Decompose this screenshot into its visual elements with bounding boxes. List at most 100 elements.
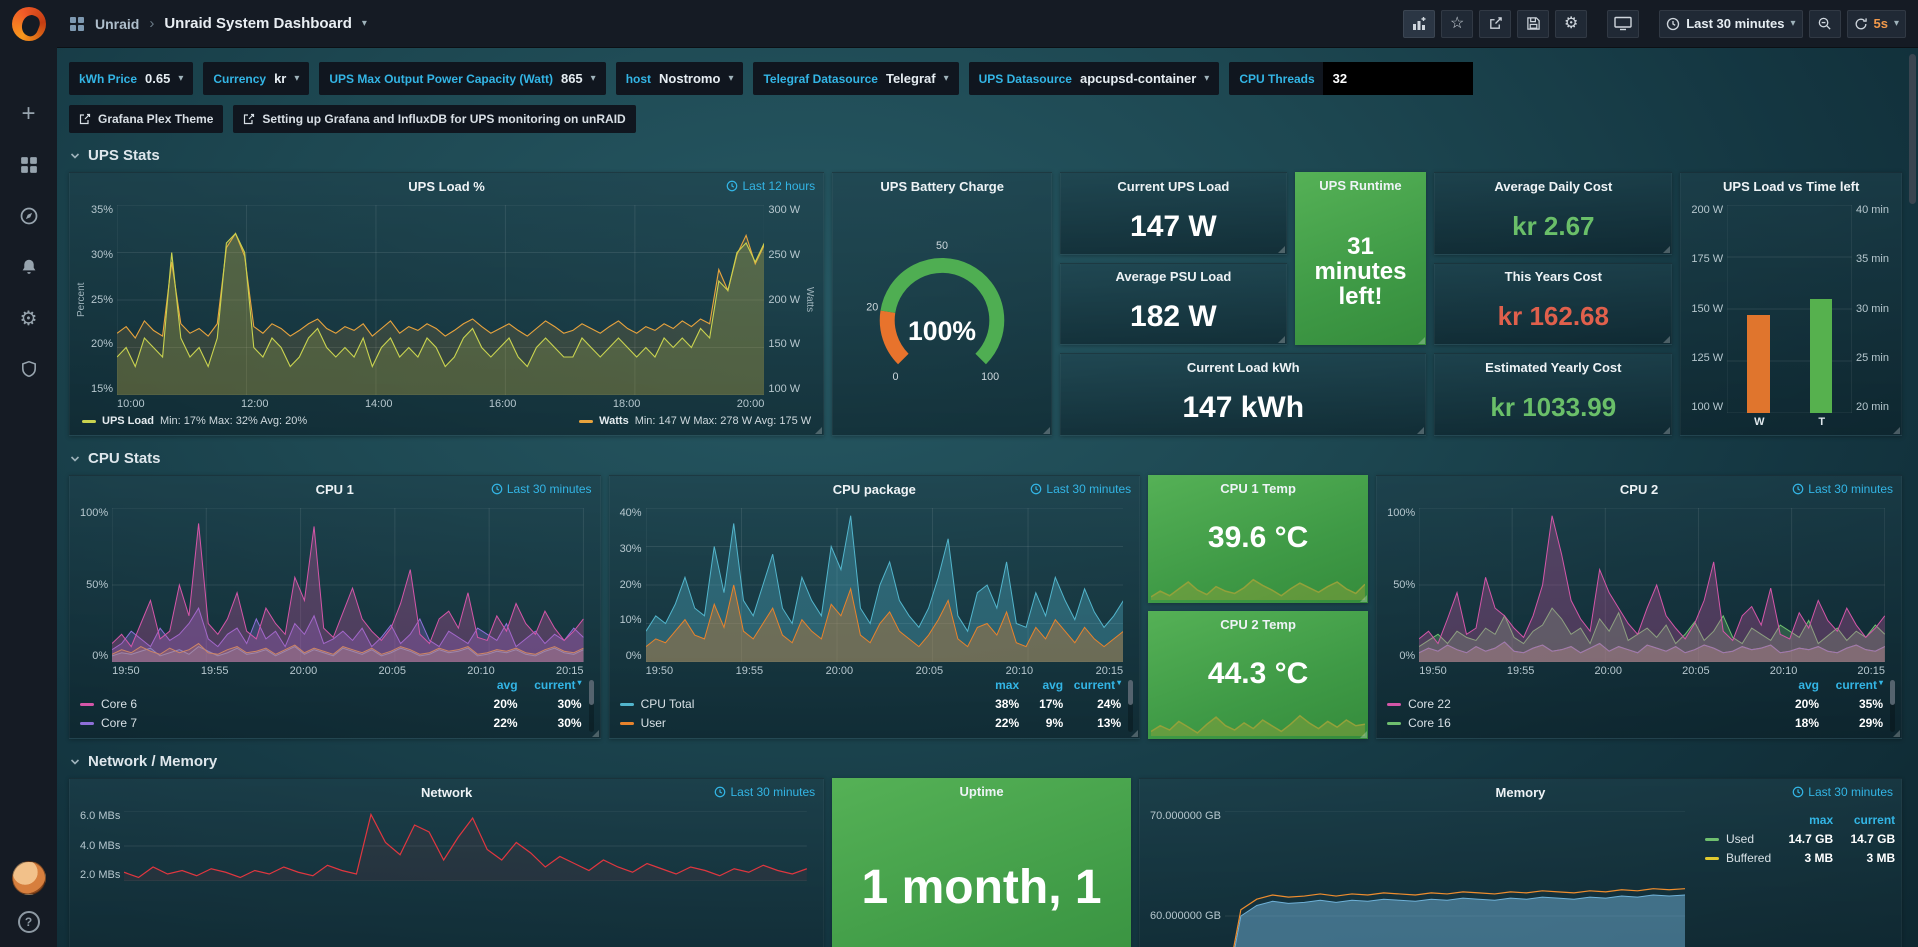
explore-compass-icon[interactable] xyxy=(18,205,40,227)
panel-title-ups-load[interactable]: UPS Load % Last 12 hours xyxy=(70,173,823,199)
svg-text:50: 50 xyxy=(936,240,948,252)
time-override-badge: Last 30 minutes xyxy=(1030,476,1131,502)
create-plus-icon[interactable]: + xyxy=(18,103,40,125)
title-caret-icon[interactable]: ▾ xyxy=(362,18,367,29)
external-link-icon xyxy=(243,113,255,125)
panel-average-daily-cost: Average Daily Cost kr 2.67 xyxy=(1434,172,1672,255)
panel-title-memory[interactable]: Memory Last 30 minutes xyxy=(1140,779,1901,805)
memory-chart[interactable]: 70.000000 GB60.000000 GB50.000000 GB xyxy=(1140,805,1701,947)
series-color-swatch xyxy=(620,722,634,725)
refresh-button[interactable]: 5s ▾ xyxy=(1847,10,1907,38)
add-panel-button[interactable] xyxy=(1403,10,1435,38)
refresh-interval-label: 5s xyxy=(1874,16,1888,31)
variable-ups-max-output[interactable]: UPS Max Output Power Capacity (Watt) 865… xyxy=(319,62,605,95)
legend-series-core16[interactable]: Core 16 xyxy=(1387,716,1761,730)
legend-scrollbar[interactable] xyxy=(589,680,594,732)
variable-currency[interactable]: Currency kr ▾ xyxy=(203,62,309,95)
legend-series-core22[interactable]: Core 22 xyxy=(1387,697,1761,711)
settings-gear-button[interactable]: ⚙ xyxy=(1555,10,1587,38)
legend-series-used[interactable]: Used xyxy=(1705,832,1771,846)
sort-caret-icon: ▾ xyxy=(1117,678,1121,692)
grafana-logo-icon[interactable] xyxy=(12,7,46,41)
link-grafana-plex-theme[interactable]: Grafana Plex Theme xyxy=(69,105,223,133)
time-range-picker[interactable]: Last 30 minutes ▾ xyxy=(1659,10,1802,38)
series-color-swatch xyxy=(1387,703,1401,706)
zoom-out-button[interactable] xyxy=(1809,10,1841,38)
link-ups-monitoring-guide[interactable]: Setting up Grafana and InfluxDB for UPS … xyxy=(233,105,635,133)
legend-scrollbar[interactable] xyxy=(1128,680,1133,732)
svg-text:100: 100 xyxy=(981,371,999,383)
series-color-swatch xyxy=(620,703,634,706)
share-button[interactable] xyxy=(1479,10,1511,38)
panel-estimated-yearly-cost: Estimated Yearly Cost kr 1033.99 xyxy=(1434,353,1672,436)
panel-cpu-package: CPU package Last 30 minutes 40%30%20%10%… xyxy=(609,475,1141,739)
legend-series-buffered[interactable]: Buffered xyxy=(1705,851,1771,865)
row-header-ups-stats[interactable]: UPS Stats xyxy=(69,147,1902,164)
legend-scrollbar[interactable] xyxy=(1890,680,1895,732)
legend-series-user[interactable]: User xyxy=(620,716,970,730)
cpu-threads-input[interactable] xyxy=(1323,62,1473,95)
panel-average-psu-load: Average PSU Load 182 W xyxy=(1060,263,1287,346)
sort-caret-icon: ▾ xyxy=(578,678,582,692)
cpu2-chart[interactable]: 100%50%0%19:5019:5520:0020:0520:1020:15 xyxy=(1377,502,1901,678)
tv-mode-button[interactable] xyxy=(1607,10,1639,38)
legend-series-core7[interactable]: Core 7 xyxy=(80,716,460,730)
legend-item-ups-load[interactable]: UPS Load Min: 17% Max: 32% Avg: 20% xyxy=(82,415,307,427)
panel-title-battery[interactable]: UPS Battery Charge xyxy=(833,173,1051,199)
panel-title-load-vs-time[interactable]: UPS Load vs Time left xyxy=(1681,173,1901,199)
variable-telegraf-datasource[interactable]: Telegraf Datasource Telegraf ▾ xyxy=(753,62,958,95)
apps-grid-icon[interactable] xyxy=(69,16,85,32)
clock-icon xyxy=(726,180,738,192)
panel-ups-load-vs-time-left: UPS Load vs Time left 200 W175 W150 W125… xyxy=(1680,172,1902,436)
cpu-package-legend: max avg current▾ CPU Total 38% 17% 24% U… xyxy=(610,678,1140,738)
variable-kwh-price[interactable]: kWh Price 0.65 ▾ xyxy=(69,62,193,95)
server-admin-shield-icon[interactable] xyxy=(18,358,40,380)
breadcrumb-app[interactable]: Unraid xyxy=(95,16,139,32)
cpu2-legend: avg current▾ Core 22 20% 35% Core 16 18%… xyxy=(1377,678,1901,738)
variable-host[interactable]: host Nostromo ▾ xyxy=(616,62,744,95)
scrollbar-thumb[interactable] xyxy=(1909,54,1916,204)
series-color-swatch xyxy=(1705,838,1719,841)
legend-series-core6[interactable]: Core 6 xyxy=(80,697,460,711)
variable-ups-datasource[interactable]: UPS Datasource apcupsd-container ▾ xyxy=(969,62,1220,95)
help-icon[interactable]: ? xyxy=(18,911,40,933)
panel-memory: Memory Last 30 minutes 70.000000 GB60.00… xyxy=(1139,778,1902,947)
dashboards-grid-icon[interactable] xyxy=(18,154,40,176)
panel-title-cpu-package[interactable]: CPU package Last 30 minutes xyxy=(610,476,1140,502)
series-color-swatch xyxy=(80,703,94,706)
user-avatar[interactable] xyxy=(12,861,46,895)
cpu2-temp-sparkline xyxy=(1151,710,1365,736)
series-color-swatch xyxy=(579,420,593,423)
cpu-package-chart[interactable]: 40%30%20%10%0%19:5019:5520:0020:0520:102… xyxy=(610,502,1140,678)
dashboard-canvas: kWh Price 0.65 ▾ Currency kr ▾ UPS Max O… xyxy=(57,48,1918,947)
cpu-temp-column: CPU 1 Temp 39.6 °C CPU 2 Temp 44.3 °C xyxy=(1148,475,1368,739)
network-chart[interactable]: 6.0 MBs4.0 MBs2.0 MBs xyxy=(70,805,823,897)
favorite-star-button[interactable]: ☆ xyxy=(1441,10,1473,38)
cpu-stats-row: CPU 1 Last 30 minutes 100%50%0%19:5019:5… xyxy=(69,475,1902,739)
ups-load-chart[interactable]: Percent35%30%25%20%15%300 W250 W200 W150… xyxy=(70,199,823,411)
legend-item-watts[interactable]: Watts Min: 147 W Max: 278 W Avg: 175 W xyxy=(579,415,811,427)
cpu1-temp-sparkline xyxy=(1151,574,1365,600)
chevron-down-icon xyxy=(69,453,81,465)
configuration-gear-icon[interactable]: ⚙ xyxy=(18,307,40,329)
row-header-network-memory[interactable]: Network / Memory xyxy=(69,753,1902,770)
panel-title-cpu1[interactable]: CPU 1 Last 30 minutes xyxy=(70,476,600,502)
panel-title-network[interactable]: Network Last 30 minutes xyxy=(70,779,823,805)
time-override-badge: Last 30 minutes xyxy=(1792,779,1893,805)
panel-title-cpu2[interactable]: CPU 2 Last 30 minutes xyxy=(1377,476,1901,502)
series-color-swatch xyxy=(1705,857,1719,860)
save-button[interactable] xyxy=(1517,10,1549,38)
battery-gauge: 0 20 50 100 100% xyxy=(833,199,1051,435)
legend-series-cpu-total[interactable]: CPU Total xyxy=(620,697,970,711)
cpu1-chart[interactable]: 100%50%0%19:5019:5520:0020:0520:1020:15 xyxy=(70,502,600,678)
panel-current-ups-load: Current UPS Load 147 W xyxy=(1060,172,1287,255)
breadcrumb-separator: › xyxy=(149,15,154,32)
panel-ups-load-percent: UPS Load % Last 12 hours Percent35%30%25… xyxy=(69,172,824,436)
panel-network: Network Last 30 minutes 6.0 MBs4.0 MBs2.… xyxy=(69,778,824,947)
time-override-badge: Last 30 minutes xyxy=(1792,476,1893,502)
load-vs-time-bar-chart[interactable]: 200 W175 W150 W125 W100 W40 min35 min30 … xyxy=(1681,199,1901,435)
ups-load-legend: UPS Load Min: 17% Max: 32% Avg: 20% Watt… xyxy=(70,411,823,435)
dashboard-title[interactable]: Unraid System Dashboard xyxy=(164,15,352,32)
row-header-cpu-stats[interactable]: CPU Stats xyxy=(69,450,1902,467)
alerting-bell-icon[interactable] xyxy=(18,256,40,278)
